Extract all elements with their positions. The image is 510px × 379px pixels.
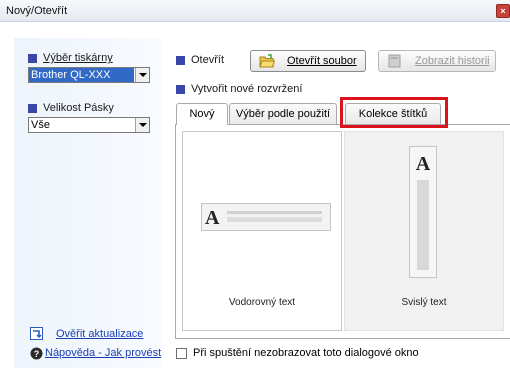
section-bullet-icon (176, 55, 185, 65)
startup-dialog-checkbox-label: Při spuštění nezobrazovat toto dialogové… (193, 347, 419, 359)
window-title: Nový/Otevřít (6, 5, 68, 17)
help-link[interactable]: Nápověda - Jak provést (45, 347, 161, 359)
close-icon[interactable]: × (496, 4, 510, 18)
chevron-down-icon[interactable] (135, 68, 149, 82)
vertical-text-caption: Svislý text (401, 297, 447, 308)
section-bullet-icon (28, 103, 37, 113)
tab-new-label: Nový (189, 108, 215, 120)
open-file-button[interactable]: Otevřít soubor (250, 50, 366, 72)
printer-section-label: Výběr tiskárny (28, 52, 113, 64)
vertical-label-preview-icon: A (409, 146, 437, 278)
new-layout-section-label: Vytvořit nové rozvržení (176, 83, 302, 95)
history-icon (388, 54, 401, 68)
printer-label: Výběr tiskárny (43, 52, 113, 64)
check-updates-link[interactable]: Ověřit aktualizace (56, 328, 143, 340)
section-bullet-icon (176, 84, 185, 94)
horizontal-text-caption: Vodorovný text (228, 297, 296, 308)
horizontal-label-preview-icon: A (201, 203, 331, 231)
vertical-text-card[interactable]: A Svislý text (344, 131, 504, 331)
tab-content-panel: A Vodorovný text A Svislý text (175, 124, 510, 339)
title-bar: Nový/Otevřít × (0, 0, 510, 22)
left-panel (14, 38, 162, 368)
open-label: Otevřít (191, 54, 225, 66)
horizontal-glyph: A (205, 207, 220, 229)
show-history-button-label: Zobrazit historii (415, 55, 490, 67)
tab-new[interactable]: Nový (176, 103, 228, 125)
vertical-glyph: A (416, 153, 431, 175)
horizontal-text-card[interactable]: A Vodorovný text (182, 131, 342, 331)
open-file-button-label: Otevřít soubor (287, 55, 357, 67)
startup-dialog-checkbox[interactable] (176, 348, 187, 359)
tape-label: Velikost Pásky (43, 102, 114, 114)
printer-select[interactable]: Brother QL-XXX (28, 67, 150, 83)
section-bullet-icon (28, 53, 37, 63)
folder-open-icon (259, 54, 275, 68)
help-icon[interactable]: ? (30, 347, 43, 360)
new-layout-label: Vytvořit nové rozvržení (191, 83, 303, 95)
show-history-button[interactable]: Zobrazit historii (378, 50, 496, 72)
open-section-label: Otevřít (176, 54, 224, 66)
chevron-down-icon[interactable] (135, 118, 149, 132)
tape-size-select[interactable]: Vše (28, 117, 150, 133)
tape-size-select-value: Vše (31, 119, 50, 131)
tab-select-by-use-label: Výběr podle použití (235, 108, 331, 120)
svg-text:?: ? (34, 349, 40, 359)
tab-highlight-box (340, 97, 448, 128)
printer-select-value: Brother QL-XXX (29, 68, 134, 82)
tape-section-label: Velikost Pásky (28, 102, 114, 114)
tab-select-by-use[interactable]: Výběr podle použití (229, 103, 337, 124)
update-icon[interactable] (30, 327, 43, 340)
